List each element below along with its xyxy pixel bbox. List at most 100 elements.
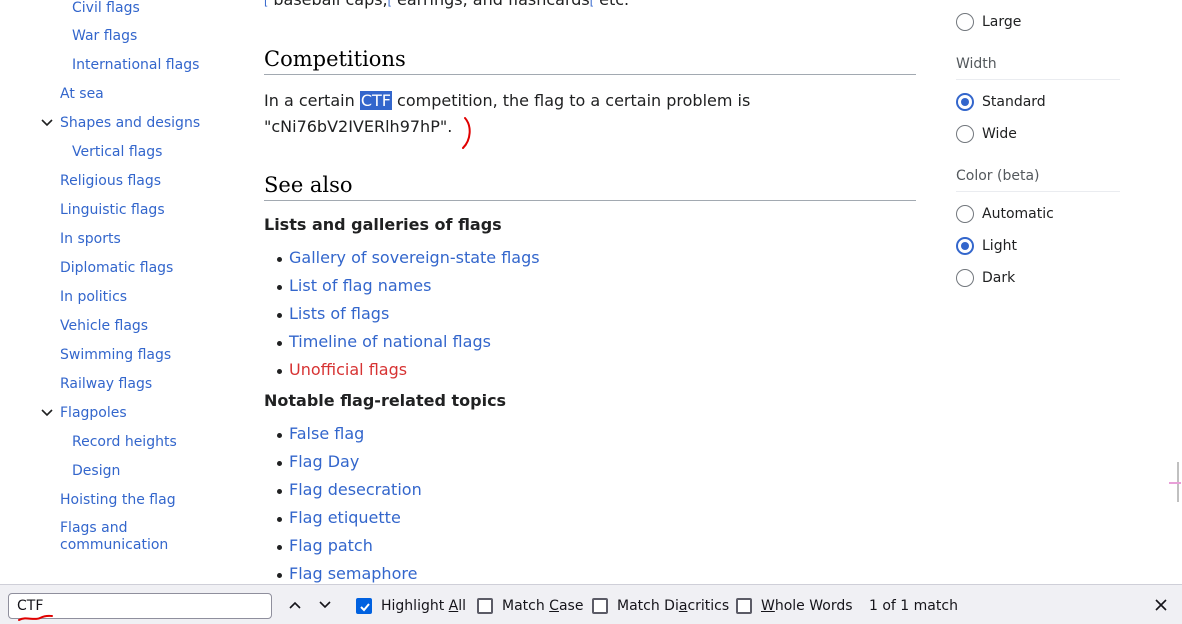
- annotation-mark: [462, 117, 471, 149]
- annotation-underline: [18, 614, 53, 621]
- topics-links: False flag Flag Day Flag desecration Fla…: [264, 424, 422, 583]
- toc-item-vertical-flags[interactable]: Vertical flags: [72, 143, 162, 161]
- table-of-contents: Civil flags War flags International flag…: [0, 0, 230, 552]
- checkbox-label: Highlight All: [381, 598, 466, 614]
- checkbox[interactable]: [477, 598, 493, 614]
- label-text: Match: [502, 598, 550, 614]
- checkbox[interactable]: [592, 598, 608, 614]
- link-list-of-flag-names[interactable]: List of flag names: [289, 276, 431, 295]
- toc-item-in-sports[interactable]: In sports: [60, 230, 121, 248]
- find-match-marker: [1169, 482, 1181, 484]
- link-flag-semaphore[interactable]: Flag semaphore: [289, 564, 417, 583]
- checkbox[interactable]: [736, 598, 752, 614]
- width-group-title: Width: [956, 56, 1120, 80]
- toc-item-record-heights[interactable]: Record heights: [72, 433, 177, 451]
- cut-off-paragraph: [ baseball caps,[ earrings, and flashcar…: [264, 0, 629, 9]
- list-item: Flag etiquette: [264, 508, 422, 536]
- competitions-paragraph: In a certain CTF competition, the flag t…: [264, 88, 916, 140]
- close-find-button[interactable]: [1150, 594, 1172, 616]
- label-text: critics: [687, 598, 730, 614]
- toc-item-vehicle-flags[interactable]: Vehicle flags: [60, 317, 148, 335]
- radio-button[interactable]: [956, 13, 974, 31]
- match-diacritics-checkbox[interactable]: Match Diacritics: [592, 597, 729, 615]
- check-icon: [360, 603, 370, 612]
- link-timeline-of-national-flags[interactable]: Timeline of national flags: [289, 332, 491, 351]
- toc-item-religious-flags[interactable]: Religious flags: [60, 172, 161, 190]
- access-key: C: [549, 598, 559, 614]
- highlight-all-checkbox[interactable]: Highlight All: [356, 597, 466, 615]
- radio-button[interactable]: [956, 93, 974, 111]
- list-item: Gallery of sovereign-state flags: [264, 248, 540, 276]
- color-light-option[interactable]: Light: [956, 236, 1017, 256]
- list-item: False flag: [264, 424, 422, 452]
- list-item: Flag Day: [264, 452, 422, 480]
- toc-item-design[interactable]: Design: [72, 462, 120, 480]
- toc-item-at-sea[interactable]: At sea: [60, 85, 104, 103]
- section-heading-see-also: See also: [264, 173, 916, 201]
- link-lists-of-flags[interactable]: Lists of flags: [289, 304, 389, 323]
- radio-button[interactable]: [956, 269, 974, 287]
- article-content: [ baseball caps,[ earrings, and flashcar…: [264, 0, 916, 583]
- text-size-large-option[interactable]: Large: [956, 12, 1021, 32]
- find-highlight: CTF: [359, 91, 392, 110]
- option-label: Large: [982, 14, 1022, 30]
- link-flag-day[interactable]: Flag Day: [289, 452, 359, 471]
- link-flag-etiquette[interactable]: Flag etiquette: [289, 508, 401, 527]
- width-standard-option[interactable]: Standard: [956, 92, 1046, 112]
- toc-item-international-flags[interactable]: International flags: [72, 56, 199, 74]
- toc-item-in-politics[interactable]: In politics: [60, 288, 127, 306]
- subheading-lists: Lists and galleries of flags: [264, 215, 502, 234]
- width-wide-option[interactable]: Wide: [956, 124, 1017, 144]
- checkbox[interactable]: [356, 598, 372, 614]
- appearance-panel: Large Width Standard Wide Color (beta) A…: [956, 0, 1120, 560]
- toc-item-swimming-flags[interactable]: Swimming flags: [60, 346, 171, 364]
- whole-words-checkbox[interactable]: Whole Words: [736, 597, 853, 615]
- radio-button[interactable]: [956, 237, 974, 255]
- color-group-title: Color (beta): [956, 168, 1120, 192]
- list-item: Flag desecration: [264, 480, 422, 508]
- radio-button[interactable]: [956, 125, 974, 143]
- link-false-flag[interactable]: False flag: [289, 424, 364, 443]
- toc-item-flagpoles[interactable]: Flagpoles: [60, 404, 127, 422]
- list-item: Timeline of national flags: [264, 332, 540, 360]
- color-dark-option[interactable]: Dark: [956, 268, 1015, 288]
- close-icon: [1155, 599, 1167, 611]
- cut-off-text: etc.: [594, 0, 629, 9]
- match-case-checkbox[interactable]: Match Case: [477, 597, 583, 615]
- chevron-up-icon: [289, 601, 301, 609]
- link-flag-desecration[interactable]: Flag desecration: [289, 480, 422, 499]
- radio-button[interactable]: [956, 205, 974, 223]
- toc-item-diplomatic-flags[interactable]: Diplomatic flags: [60, 259, 173, 277]
- list-item: Unofficial flags: [264, 360, 540, 388]
- toc-item-linguistic-flags[interactable]: Linguistic flags: [60, 201, 165, 219]
- link-gallery-of-sovereign-state-flags[interactable]: Gallery of sovereign-state flags: [289, 248, 540, 267]
- label-text: ase: [558, 598, 584, 614]
- option-label: Automatic: [982, 206, 1054, 222]
- toc-item-hoisting-the-flag[interactable]: Hoisting the flag: [60, 491, 176, 509]
- toc-item-war-flags[interactable]: War flags: [72, 27, 137, 45]
- find-bar: Highlight All Match Case Match Diacritic…: [0, 584, 1182, 624]
- link-flag-patch[interactable]: Flag patch: [289, 536, 373, 555]
- toc-item-civil-flags[interactable]: Civil flags: [72, 0, 140, 17]
- toc-item-flags-and-communication[interactable]: Flags and communication: [60, 520, 210, 552]
- toc-item-railway-flags[interactable]: Railway flags: [60, 375, 152, 393]
- link-unofficial-flags[interactable]: Unofficial flags: [289, 360, 407, 379]
- paragraph-text: In a certain: [264, 91, 360, 110]
- color-automatic-option[interactable]: Automatic: [956, 204, 1054, 224]
- option-label: Light: [982, 238, 1017, 254]
- option-label: Wide: [982, 126, 1017, 142]
- cut-off-text: baseball caps,: [268, 0, 387, 9]
- access-key: W: [761, 598, 775, 614]
- chevron-down-icon[interactable]: [40, 406, 54, 420]
- list-item: List of flag names: [264, 276, 540, 304]
- toc-item-shapes-and-designs[interactable]: Shapes and designs: [60, 114, 200, 132]
- find-previous-button[interactable]: [284, 594, 306, 616]
- label-text: hole Words: [774, 598, 853, 614]
- find-next-button[interactable]: [314, 594, 336, 616]
- list-item: Flag semaphore: [264, 564, 422, 583]
- subheading-topics: Notable flag-related topics: [264, 391, 507, 410]
- chevron-down-icon[interactable]: [40, 116, 54, 130]
- section-heading-competitions: Competitions: [264, 47, 916, 75]
- label-text: Match Di: [617, 598, 679, 614]
- option-label: Dark: [982, 270, 1016, 286]
